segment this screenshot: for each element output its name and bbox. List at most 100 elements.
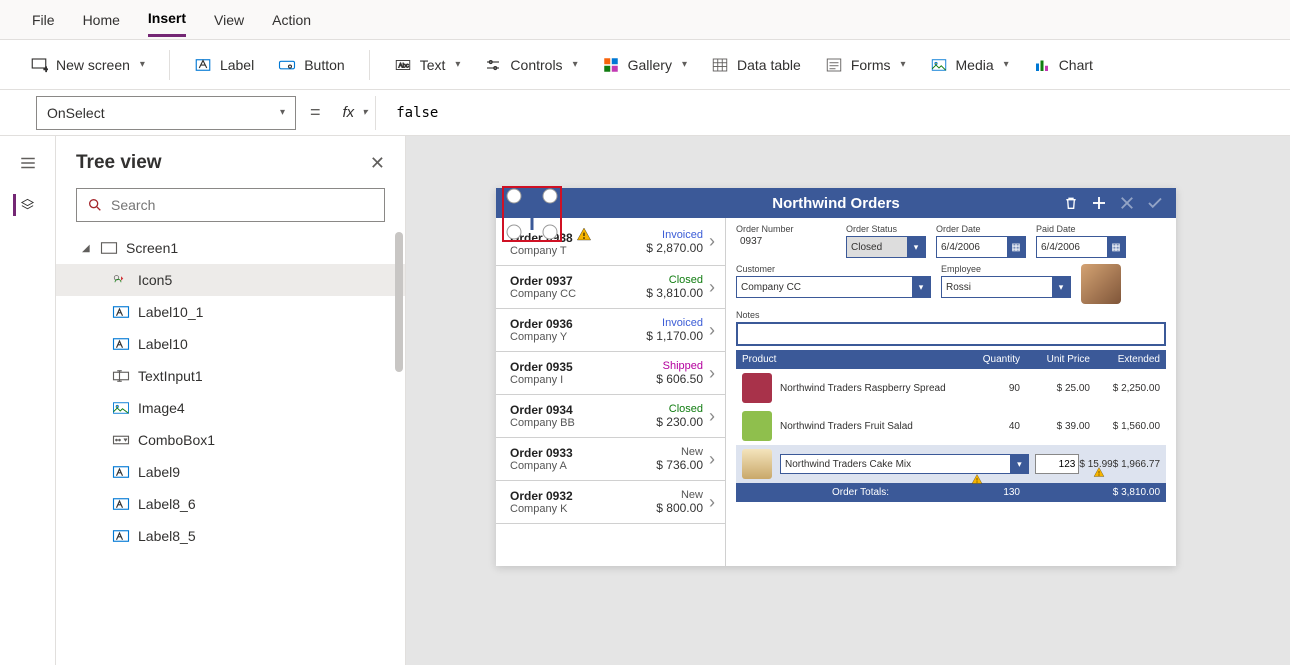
datatable-button[interactable]: Data table [711, 56, 801, 74]
media-button[interactable]: Media▾ [930, 56, 1009, 74]
order-item[interactable]: Order 0936 Company YInvoiced$ 1,170.00› [496, 309, 725, 352]
quantity-input[interactable] [1035, 454, 1079, 474]
chevron-right-icon: › [709, 363, 715, 384]
order-detail: Order Number0937 Order StatusClosed▾ Ord… [726, 218, 1176, 566]
icon-icon [112, 273, 130, 287]
order-item[interactable]: Order 0937 Company CCClosed$ 3,810.00› [496, 266, 725, 309]
product-row[interactable]: Northwind Traders Raspberry Spread90$ 25… [736, 369, 1166, 407]
chevron-down-icon: ▾ [573, 59, 578, 70]
order-status-select[interactable]: Closed▾ [846, 236, 926, 258]
forms-icon [825, 56, 843, 74]
chevron-down-icon: ▾ [1052, 277, 1070, 297]
unit-price: $ 15.99 [1079, 459, 1112, 470]
tree-item-combobox1[interactable]: ComboBox1 [56, 424, 405, 456]
tree-item-image4[interactable]: Image4 [56, 392, 405, 424]
order-amount: $ 800.00 [656, 501, 703, 515]
forms-button[interactable]: Forms▾ [825, 56, 906, 74]
tree-search-input[interactable] [111, 197, 374, 213]
chevron-down-icon: ▾ [1010, 455, 1028, 473]
order-status: Shipped [656, 360, 703, 372]
svg-text:Abc: Abc [398, 63, 408, 69]
product-row[interactable]: Northwind Traders Fruit Salad40$ 39.00$ … [736, 407, 1166, 445]
employee-label: Employee [941, 264, 1071, 274]
product-unit: $ 39.00 [1020, 421, 1090, 432]
order-list[interactable]: Order 0938 Company TInvoiced$ 2,870.00› O… [496, 218, 726, 566]
product-ext: $ 1,560.00 [1090, 421, 1160, 432]
new-screen-button[interactable]: + New screen▾ [30, 56, 145, 74]
tree-item-label9[interactable]: Label9 [56, 456, 405, 488]
order-amount: $ 3,810.00 [646, 286, 703, 300]
label-icon [112, 465, 130, 479]
search-icon [87, 197, 103, 213]
order-status: Closed [656, 403, 703, 415]
products-header: Product Quantity Unit Price Extended [736, 350, 1166, 369]
order-status-label: Order Status [846, 224, 926, 234]
product-combo[interactable]: Northwind Traders Cake Mix▾ [780, 454, 1029, 474]
tree-item-label: Screen1 [126, 240, 178, 256]
cancel-icon[interactable] [1118, 194, 1136, 212]
order-item[interactable]: Order 0932 Company KNew$ 800.00› [496, 481, 725, 524]
hamburger-icon[interactable] [17, 152, 39, 174]
property-selector[interactable]: OnSelect ▾ [36, 96, 296, 130]
order-date-label: Order Date [936, 224, 1026, 234]
textinput-icon [112, 369, 130, 383]
customer-select[interactable]: Company CC▾ [736, 276, 931, 298]
menu-view[interactable]: View [214, 4, 244, 36]
tree-search[interactable] [76, 188, 385, 222]
chevron-right-icon: › [709, 320, 715, 341]
canvas[interactable]: Northwind Orders Order 0938 Company TInv… [406, 136, 1290, 665]
button-button[interactable]: Button [278, 56, 344, 74]
scrollbar[interactable] [395, 232, 403, 372]
app-preview: Northwind Orders Order 0938 Company TInv… [496, 188, 1176, 566]
tree-item-label10[interactable]: Label10 [56, 328, 405, 360]
tree-item-label8_5[interactable]: Label8_5 [56, 520, 405, 552]
warning-icon [971, 473, 983, 485]
order-date-field[interactable]: 6/4/2006▦ [936, 236, 1026, 258]
add-icon[interactable] [1090, 194, 1108, 212]
tree-item-label8_6[interactable]: Label8_6 [56, 488, 405, 520]
order-status: Invoiced [646, 317, 703, 329]
label-button[interactable]: Label [194, 56, 254, 74]
check-icon[interactable] [1146, 194, 1164, 212]
menu-file[interactable]: File [32, 4, 55, 36]
menu-insert[interactable]: Insert [148, 2, 186, 37]
order-status: New [656, 446, 703, 458]
order-name: Order 0937 [510, 274, 646, 288]
order-item[interactable]: Order 0934 Company BBClosed$ 230.00› [496, 395, 725, 438]
label-icon [112, 497, 130, 511]
chevron-right-icon: › [709, 277, 715, 298]
text-button[interactable]: Abc Text▾ [394, 56, 461, 74]
layers-icon[interactable] [13, 194, 35, 216]
employee-select[interactable]: Rossi▾ [941, 276, 1071, 298]
chart-button[interactable]: Chart [1033, 56, 1093, 74]
paid-date-field[interactable]: 6/4/2006▦ [1036, 236, 1126, 258]
order-item[interactable]: Order 0933 Company ANew$ 736.00› [496, 438, 725, 481]
formula-input[interactable] [390, 96, 1260, 130]
tree-item-label: Label10_1 [138, 304, 203, 320]
close-icon[interactable]: ✕ [370, 153, 385, 174]
order-name: Order 0935 [510, 360, 656, 374]
tree-item-screen1[interactable]: ◢ Screen1 [56, 232, 405, 264]
customer-label: Customer [736, 264, 931, 274]
controls-button[interactable]: Controls▾ [484, 56, 577, 74]
order-item[interactable]: Order 0938 Company TInvoiced$ 2,870.00› [496, 218, 725, 266]
fx-button[interactable]: fx▾ [335, 96, 377, 130]
tree-item-icon5[interactable]: Icon5 [56, 264, 405, 296]
product-unit: $ 25.00 [1020, 383, 1090, 394]
chevron-down-icon: ▾ [455, 59, 460, 70]
expand-icon[interactable]: ◢ [82, 243, 92, 254]
tree-item-label: Label10 [138, 336, 188, 352]
trash-icon[interactable] [1062, 194, 1080, 212]
gallery-button[interactable]: Gallery▾ [602, 56, 687, 74]
screen-icon [100, 241, 118, 255]
order-number-field[interactable]: 0937 [736, 236, 836, 258]
tree-item-label10_1[interactable]: Label10_1 [56, 296, 405, 328]
notes-input[interactable] [736, 322, 1166, 346]
menu-action[interactable]: Action [272, 4, 311, 36]
button-icon [278, 56, 296, 74]
order-totals: Order Totals: 130 $ 3,810.00 [736, 483, 1166, 502]
menu-home[interactable]: Home [83, 4, 120, 36]
order-amount: $ 2,870.00 [646, 241, 703, 255]
tree-item-textinput1[interactable]: TextInput1 [56, 360, 405, 392]
order-item[interactable]: Order 0935 Company IShipped$ 606.50› [496, 352, 725, 395]
